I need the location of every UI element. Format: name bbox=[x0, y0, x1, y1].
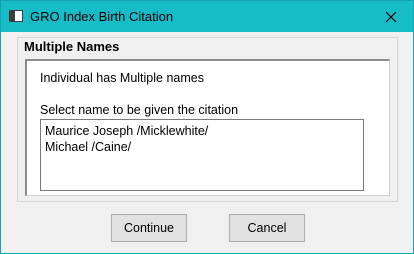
multiple-names-group: Multiple Names Individual has Multiple n… bbox=[17, 37, 398, 202]
cancel-button[interactable]: Cancel bbox=[229, 214, 305, 242]
dialog-window: GRO Index Birth Citation Multiple Names … bbox=[0, 0, 414, 254]
window-icon bbox=[9, 10, 23, 22]
window-title: GRO Index Birth Citation bbox=[30, 9, 174, 24]
close-button[interactable] bbox=[369, 1, 413, 32]
names-listbox[interactable]: Maurice Joseph /Micklewhite/ Michael /Ca… bbox=[40, 119, 364, 191]
content-panel: Individual has Multiple names Select nam… bbox=[25, 59, 390, 196]
title-bar[interactable]: GRO Index Birth Citation bbox=[1, 1, 413, 32]
close-icon bbox=[385, 11, 397, 22]
list-item[interactable]: Michael /Caine/ bbox=[45, 139, 359, 155]
select-name-label: Select name to be given the citation bbox=[40, 103, 239, 117]
info-text: Individual has Multiple names bbox=[40, 71, 204, 85]
continue-button[interactable]: Continue bbox=[111, 214, 187, 242]
list-item[interactable]: Maurice Joseph /Micklewhite/ bbox=[45, 123, 359, 139]
group-title: Multiple Names bbox=[24, 39, 120, 54]
